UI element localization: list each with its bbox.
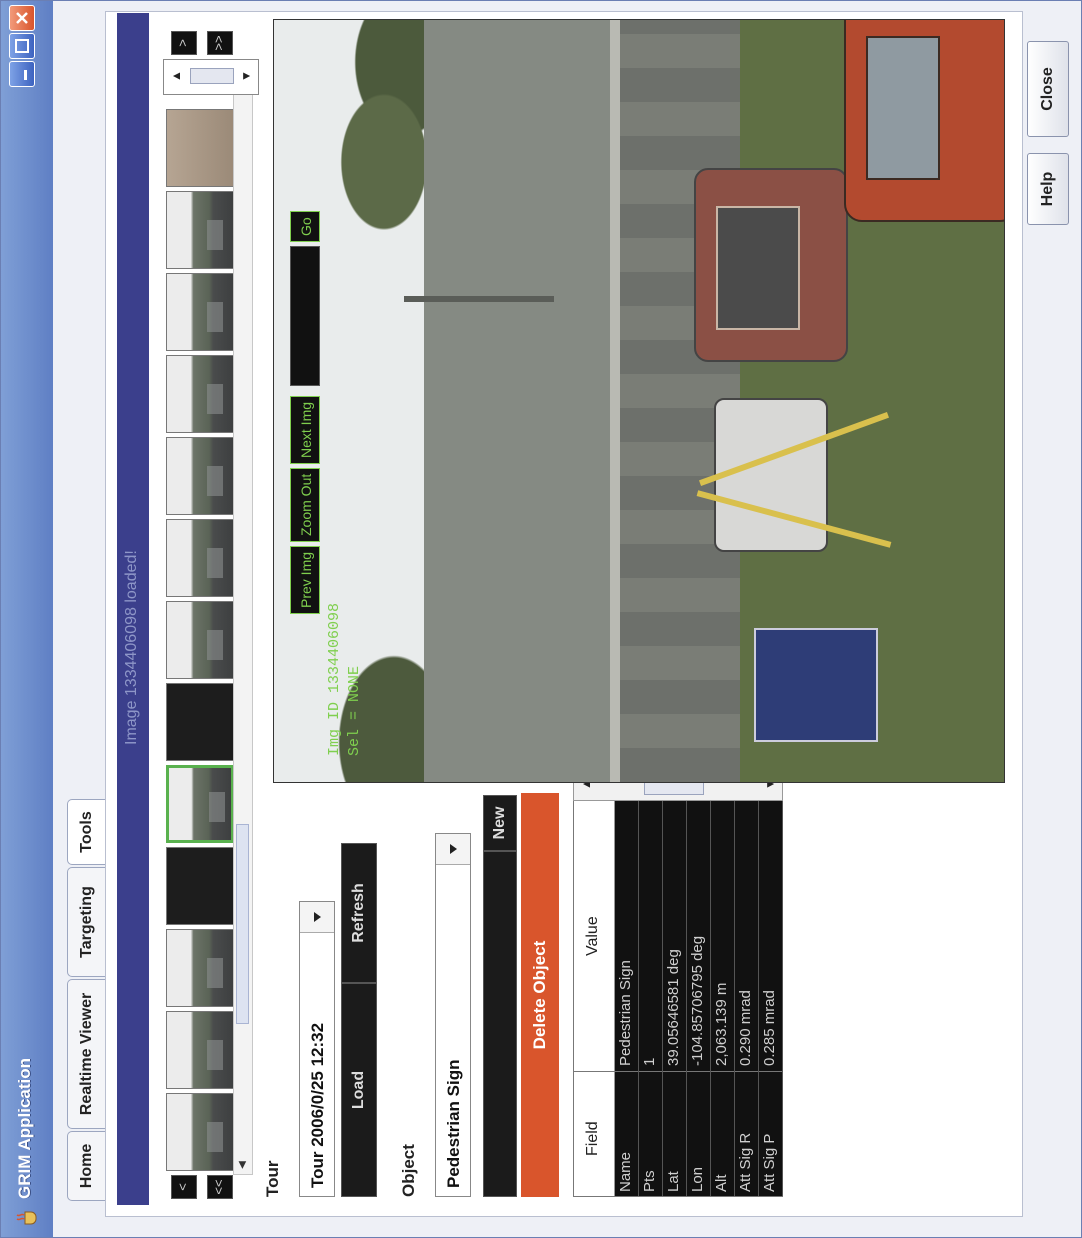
table-row[interactable]: Alt 2,063.139 m [710,752,735,1196]
status-message: Image 1334406098 loaded! [123,550,140,745]
cell-value: 0.285 mrad [761,990,778,1066]
scroll-down-arrow-icon[interactable]: ▼ [234,66,258,86]
object-properties-table: Field Value Name Pedestrian Sign Pts 1 Lat… [573,751,783,1197]
thumbnail[interactable] [166,847,234,925]
thumbnail-selected[interactable] [166,765,234,843]
photo-red-truck [844,19,1005,222]
thumbnail[interactable] [166,191,234,269]
dropdown-arrow-icon[interactable] [300,902,334,933]
cell-field: Lat [665,1171,682,1192]
zoom-out-button[interactable]: Zoom Out [290,467,320,542]
window-title: GRIM Application [15,1057,34,1199]
thumbnail-scrollbar[interactable]: ◀ ▶ [233,67,253,1175]
thumbnail[interactable] [166,109,234,187]
thumbnail-mini-scrollbar[interactable]: ▲ ▼ [163,59,259,95]
close-button[interactable]: Close [1027,41,1069,137]
image-id-overlay: Img ID 1334406098 [326,602,343,756]
thumbnail[interactable] [166,1093,234,1171]
next-image-button[interactable]: Next Img [290,395,320,464]
minimize-icon [24,70,27,80]
cell-field: Att Sig P [761,1133,778,1192]
table-row[interactable]: Lat 39.05646581 deg [662,752,687,1196]
refresh-button[interactable]: Refresh [341,843,377,983]
table-row[interactable]: Att Sig P 0.285 mrad [758,752,783,1196]
scroll-up-arrow-icon[interactable]: ▲ [164,66,188,86]
object-name-field[interactable] [483,851,517,1197]
column-header-value: Value [584,916,601,956]
thumbnail[interactable] [166,1011,234,1089]
cell-value: 1 [641,1057,658,1066]
photo-pedestrian-sign [754,628,878,742]
photo-curb [610,19,620,782]
photo-road [424,19,614,782]
tour-select[interactable]: Tour 2006/0/25 12:32 [299,901,335,1197]
table-row[interactable]: Lon -104.85706795 deg [686,752,711,1196]
cell-value: 39.05646581 deg [665,949,682,1066]
scrollbar-thumb[interactable] [236,824,249,1024]
minimize-button[interactable] [9,61,35,87]
prev-image-button[interactable]: Prev Img [290,545,320,614]
title-bar[interactable]: GRIM Application [1,1,53,1237]
thumbnail[interactable] [166,355,234,433]
maximize-button[interactable] [9,33,35,59]
photo-truck [694,168,848,362]
next-thumb-button[interactable]: > [171,31,197,55]
first-thumb-button[interactable]: << [207,1175,233,1199]
goto-image-field[interactable] [290,246,320,386]
tab-tools[interactable]: Tools [67,799,109,865]
go-button[interactable]: Go [290,211,320,242]
thumbnail[interactable] [166,683,234,761]
image-viewer[interactable]: Img ID 1334406098 Sel = NONE Prev Img Zo… [273,19,1005,783]
cell-field: Lon [689,1166,706,1192]
cell-field: Att Sig R [737,1132,754,1192]
close-icon [16,12,28,24]
tour-section-label: Tour [263,1160,282,1197]
last-thumb-button[interactable]: >> [207,31,233,55]
object-select-value: Pedestrian Sign [444,1059,463,1188]
cell-value: 0.290 mrad [737,990,754,1066]
thumbnail[interactable] [166,273,234,351]
delete-object-button[interactable]: Delete Object [521,793,559,1197]
new-object-button[interactable]: New [483,795,517,851]
thumbnail[interactable] [166,929,234,1007]
cell-field: Name [617,1151,634,1192]
prev-thumb-button[interactable]: < [171,1175,197,1199]
table-row[interactable]: Name Pedestrian Sign [614,752,639,1196]
object-section-label: Object [399,1144,418,1197]
screen: GRIM Application Home Realtime Viewer Ta… [0,0,1082,1238]
java-cup-icon [15,1207,37,1227]
scrollbar-thumb[interactable] [190,68,234,84]
load-button[interactable]: Load [341,983,377,1197]
tab-home[interactable]: Home [67,1131,107,1201]
tab-targeting[interactable]: Targeting [67,867,107,977]
thumbnail[interactable] [166,437,234,515]
photo-pole [404,296,554,302]
table-header: Field Value [574,752,615,1196]
cell-value: -104.85706795 deg [689,935,706,1066]
table-row[interactable]: Pts 1 [638,752,663,1196]
object-select[interactable]: Pedestrian Sign [435,833,471,1197]
thumbnail[interactable] [166,601,234,679]
app-window: GRIM Application Home Realtime Viewer Ta… [0,0,1082,1238]
cell-value: Pedestrian Sign [617,960,634,1066]
cell-field: Pts [641,1170,658,1192]
column-header-field: Field [584,1121,601,1156]
thumbnail[interactable] [166,519,234,597]
selection-overlay: Sel = NONE [346,665,363,756]
dropdown-arrow-icon[interactable] [436,834,470,865]
cell-value: 2,063.139 m [713,982,730,1066]
scroll-left-arrow-icon[interactable]: ◀ [234,1156,252,1174]
tab-realtime-viewer[interactable]: Realtime Viewer [67,979,107,1129]
maximize-icon [15,39,29,53]
table-row[interactable]: Att Sig R 0.290 mrad [734,752,759,1196]
tour-select-value: Tour 2006/0/25 12:32 [308,1022,327,1188]
close-window-button[interactable] [9,5,35,31]
help-button[interactable]: Help [1027,153,1069,225]
cell-field: Alt [713,1174,730,1192]
status-bar: Image 1334406098 loaded! [117,13,149,1205]
